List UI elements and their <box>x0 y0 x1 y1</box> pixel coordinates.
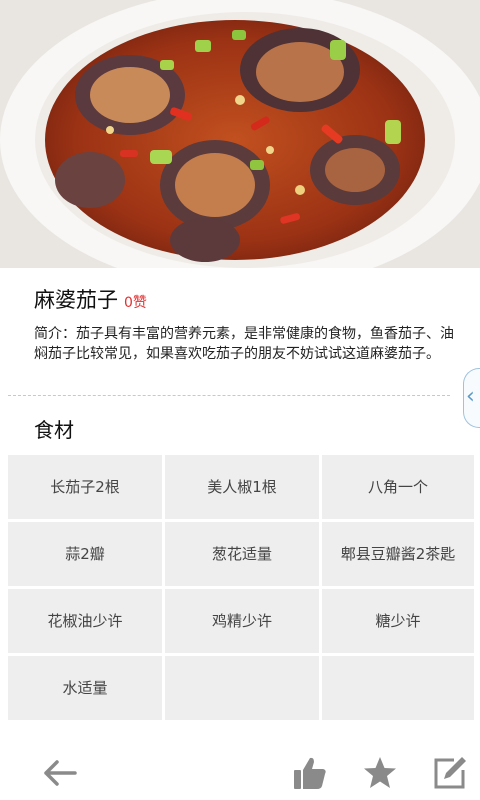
ingredient-item: 水适量 <box>8 656 162 720</box>
ingredients-title: 食材 <box>34 418 74 442</box>
ingredients-grid: 长茄子2根 美人椒1根 八角一个 蒜2瓣 葱花适量 郫县豆瓣酱2茶匙 花椒油少许… <box>8 455 474 723</box>
edit-icon <box>434 757 466 789</box>
recipe-intro: 简介：茄子具有丰富的营养元素，是非常健康的食物，鱼香茄子、油焖茄子比较常见，如果… <box>34 326 454 362</box>
ingredient-item: 蒜2瓣 <box>8 522 162 586</box>
side-drawer-tab[interactable]: ‹ <box>463 368 480 428</box>
star-icon <box>364 757 396 788</box>
ingredient-item: 糖少许 <box>322 589 474 653</box>
bottom-toolbar <box>0 745 480 800</box>
ingredient-item: 长茄子2根 <box>8 455 162 519</box>
ingredient-item: 郫县豆瓣酱2茶匙 <box>322 522 474 586</box>
back-button[interactable] <box>40 755 80 791</box>
ingredient-item: 美人椒1根 <box>165 455 319 519</box>
section-divider <box>8 395 450 396</box>
ingredient-item: 八角一个 <box>322 455 474 519</box>
ingredient-item: 葱花适量 <box>165 522 319 586</box>
ingredient-empty-cell <box>322 656 474 720</box>
ingredient-item: 鸡精少许 <box>165 589 319 653</box>
favorite-button[interactable] <box>360 755 400 791</box>
ingredient-empty-cell <box>165 656 319 720</box>
recipe-header: 麻婆茄子 0赞 <box>34 284 147 314</box>
recipe-title: 麻婆茄子 <box>34 288 118 312</box>
likes-count: 0赞 <box>124 295 147 311</box>
recipe-photo <box>0 0 480 268</box>
thumbs-up-icon <box>294 757 326 789</box>
like-button[interactable] <box>290 755 330 791</box>
edit-button[interactable] <box>430 755 470 791</box>
chevron-left-icon: ‹ <box>466 384 475 409</box>
ingredient-item: 花椒油少许 <box>8 589 162 653</box>
back-arrow-icon <box>44 760 77 786</box>
